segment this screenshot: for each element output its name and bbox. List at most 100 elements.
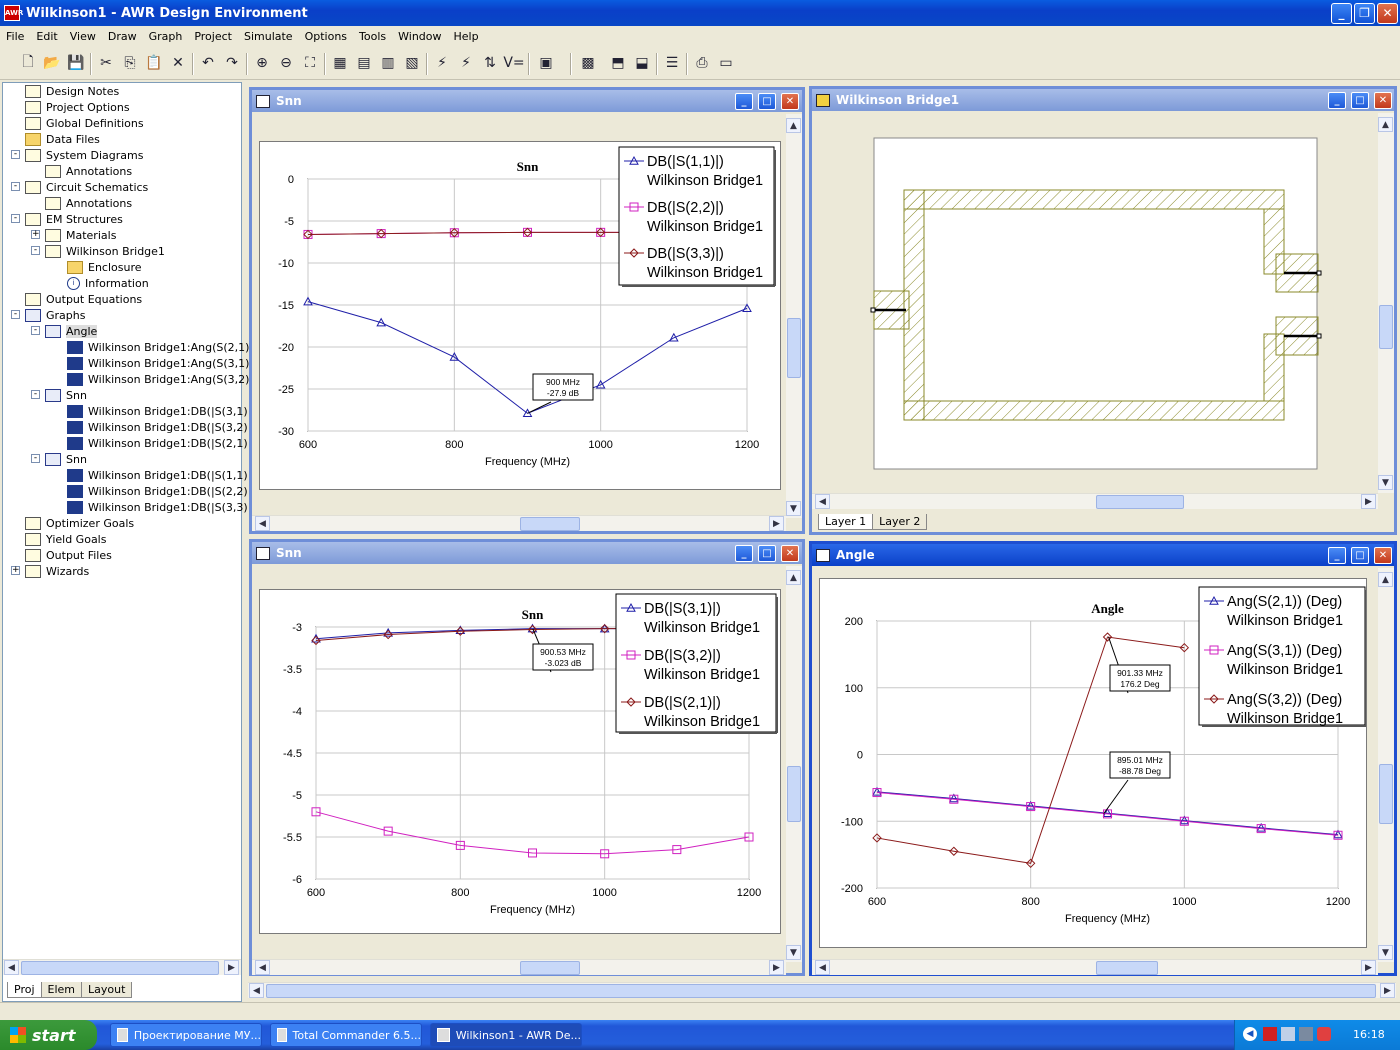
close-button[interactable]: ✕: [781, 545, 799, 562]
tab-proj[interactable]: Proj: [7, 982, 42, 998]
collapse-icon[interactable]: -: [31, 390, 40, 399]
zoom-in-icon[interactable]: ⊕: [252, 53, 272, 73]
collapse-icon[interactable]: -: [31, 454, 40, 463]
mdi-hscroll[interactable]: ◀ ▶: [248, 982, 1396, 998]
scroll-down-icon[interactable]: ▼: [786, 945, 801, 960]
scroll-thumb[interactable]: [520, 961, 580, 975]
open-folder-icon[interactable]: 📂: [42, 53, 62, 73]
tree-item[interactable]: EM Structures: [25, 211, 123, 227]
collapse-icon[interactable]: -: [11, 182, 20, 191]
collapse-icon[interactable]: -: [11, 214, 20, 223]
scroll-thumb[interactable]: [21, 961, 219, 975]
tree-item[interactable]: Wilkinson Bridge1:DB(|S(2,1)|): [67, 435, 256, 451]
stack-icon[interactable]: ☰: [662, 53, 682, 73]
menu-view[interactable]: View: [64, 30, 102, 43]
tree-item[interactable]: Graphs: [25, 307, 85, 323]
tree-item[interactable]: Materials: [45, 227, 116, 243]
redo-icon[interactable]: ↷: [222, 53, 242, 73]
close-button[interactable]: ✕: [1374, 92, 1392, 109]
tree-item[interactable]: Wilkinson Bridge1:DB(|S(2,2)|): [67, 483, 256, 499]
menu-draw[interactable]: Draw: [102, 30, 143, 43]
start-button[interactable]: start: [0, 1020, 97, 1050]
scroll-up-icon[interactable]: ▲: [786, 118, 801, 133]
graph-vscroll[interactable]: ▲ ▼: [786, 566, 802, 962]
tab-layout[interactable]: Layout: [81, 982, 133, 998]
expand-icon[interactable]: +: [11, 566, 20, 575]
layout-hscroll[interactable]: ◀ ▶: [812, 493, 1378, 509]
scroll-down-icon[interactable]: ▼: [1378, 945, 1393, 960]
scroll-left-icon[interactable]: ◀: [255, 516, 270, 531]
tree-item[interactable]: Yield Goals: [25, 531, 106, 547]
taskbar-item-word[interactable]: Проектирование МУ...: [110, 1023, 262, 1047]
scroll-right-icon[interactable]: ▶: [224, 960, 239, 975]
scroll-thumb[interactable]: [520, 517, 580, 531]
layout-canvas[interactable]: [812, 111, 1380, 493]
network-icon[interactable]: [1299, 1027, 1313, 1041]
scroll-left-icon[interactable]: ◀: [255, 960, 270, 975]
optimizer-icon[interactable]: ▣: [536, 53, 556, 73]
tree-item[interactable]: Circuit Schematics: [25, 179, 148, 195]
scroll-up-icon[interactable]: ▲: [786, 570, 801, 585]
maximize-button[interactable]: □: [1351, 92, 1369, 109]
tree-item[interactable]: Data Files: [25, 131, 100, 147]
tree-item[interactable]: Angle: [45, 323, 98, 339]
tray-arrow-icon[interactable]: ◀: [1243, 1027, 1257, 1041]
minimize-button[interactable]: _: [1328, 547, 1346, 564]
tree-item[interactable]: i Information: [67, 275, 149, 291]
collapse-icon[interactable]: -: [11, 310, 20, 319]
print-preview-icon[interactable]: ▭: [716, 53, 736, 73]
scroll-right-icon[interactable]: ▶: [1361, 960, 1376, 975]
expand-icon[interactable]: +: [31, 230, 40, 239]
tree-item[interactable]: System Diagrams: [25, 147, 143, 163]
tree-item[interactable]: Annotations: [45, 195, 132, 211]
tree-item[interactable]: Output Equations: [25, 291, 142, 307]
scroll-thumb[interactable]: [1096, 961, 1158, 975]
menu-window[interactable]: Window: [392, 30, 447, 43]
minimize-button[interactable]: _: [1331, 3, 1352, 24]
new-file-icon[interactable]: 🗋: [18, 53, 38, 73]
scroll-left-icon[interactable]: ◀: [815, 960, 830, 975]
scroll-up-icon[interactable]: ▲: [1378, 572, 1393, 587]
scroll-up-icon[interactable]: ▲: [1378, 117, 1393, 132]
antivirus-icon[interactable]: [1263, 1027, 1277, 1041]
view-all-icon[interactable]: ⛶: [300, 53, 320, 73]
tab-layer-2[interactable]: Layer 2: [872, 514, 928, 530]
layer-up-icon[interactable]: ⬒: [608, 53, 628, 73]
add-measurement-icon[interactable]: ▤: [354, 53, 374, 73]
cut-icon[interactable]: ✂: [96, 53, 116, 73]
scroll-right-icon[interactable]: ▶: [1361, 494, 1376, 509]
tree-item[interactable]: Wilkinson Bridge1:Ang(S(2,1)): [67, 339, 254, 355]
maximize-button[interactable]: □: [1351, 547, 1369, 564]
scroll-left-icon[interactable]: ◀: [815, 494, 830, 509]
tree-item[interactable]: Output Files: [25, 547, 112, 563]
tab-elem[interactable]: Elem: [40, 982, 83, 998]
graph-canvas[interactable]: Snn 600 800 1000 1200 0 -5 -10 -15 -20 -25 -30 Frequ…: [259, 141, 781, 490]
copy-icon[interactable]: ⎘: [120, 53, 140, 73]
graph-canvas[interactable]: Angle 600 800 1000 1200 200 100 0 -100 -200 Freque…: [819, 578, 1367, 948]
restore-button[interactable]: ❐: [1354, 3, 1375, 24]
menu-file[interactable]: File: [0, 30, 30, 43]
graph-hscroll[interactable]: ◀ ▶: [252, 515, 786, 531]
scroll-thumb[interactable]: [1096, 495, 1184, 509]
layout-vscroll[interactable]: ▲ ▼: [1378, 113, 1394, 493]
tune-icon[interactable]: ⚡: [456, 53, 476, 73]
tree-item[interactable]: Project Options: [25, 99, 130, 115]
zoom-out-icon[interactable]: ⊖: [276, 53, 296, 73]
scroll-right-icon[interactable]: ▶: [769, 960, 784, 975]
print-icon[interactable]: ⎙: [692, 53, 712, 73]
security-shield-icon[interactable]: [1317, 1027, 1331, 1041]
tree-item[interactable]: Wilkinson Bridge1:DB(|S(3,2)|): [67, 419, 256, 435]
add-schematic-icon[interactable]: ▥: [378, 53, 398, 73]
tree-item[interactable]: Annotations: [45, 163, 132, 179]
variables-icon[interactable]: V=: [503, 53, 524, 73]
taskbar-item-awr[interactable]: Wilkinson1 - AWR De...: [430, 1023, 582, 1047]
tray-app-icon[interactable]: [1281, 1027, 1295, 1041]
close-button[interactable]: ✕: [1377, 3, 1398, 24]
scroll-thumb[interactable]: [787, 766, 801, 822]
close-button[interactable]: ✕: [1374, 547, 1392, 564]
menu-options[interactable]: Options: [299, 30, 353, 43]
tree-item[interactable]: Wilkinson Bridge1:DB(|S(1,1)|): [67, 467, 256, 483]
project-hscroll[interactable]: ◀ ▶: [3, 959, 241, 975]
menu-help[interactable]: Help: [448, 30, 485, 43]
scroll-thumb[interactable]: [266, 984, 1376, 998]
